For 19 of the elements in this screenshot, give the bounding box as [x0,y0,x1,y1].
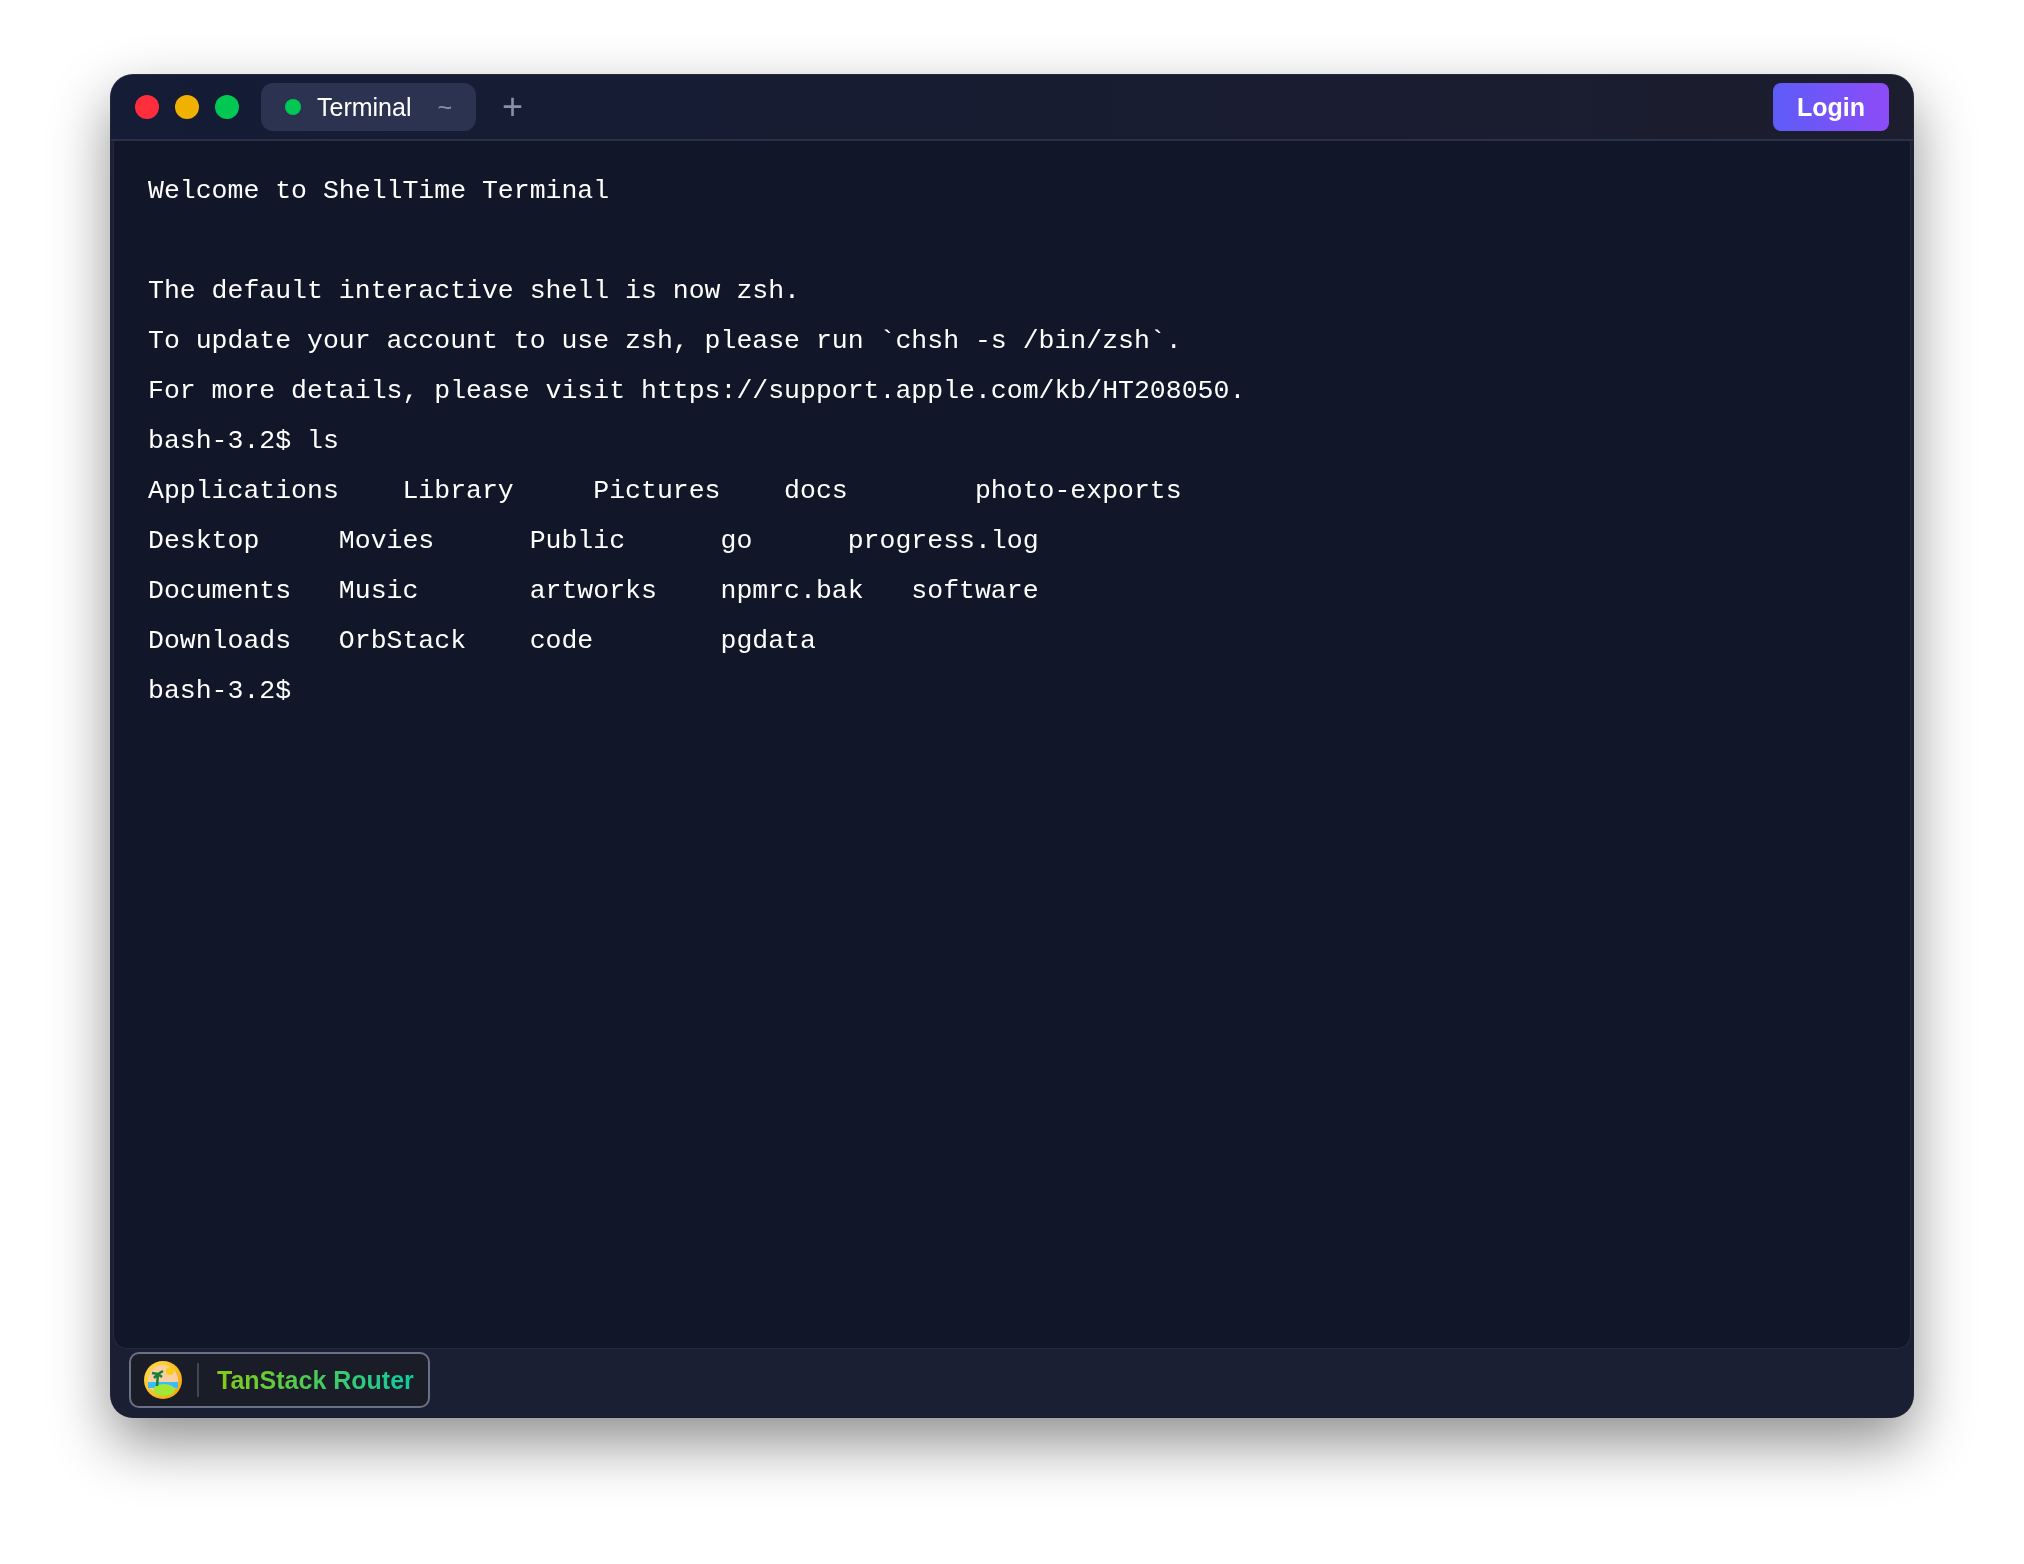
welcome-line: Welcome to ShellTime Terminal [148,175,610,208]
new-tab-button[interactable]: + [494,86,532,128]
terminal-line: Downloads OrbStack code pgdata [148,625,816,658]
maximize-icon[interactable] [215,95,239,119]
devtools-badge[interactable]: TanStack Router [129,1352,430,1408]
minimize-icon[interactable] [175,95,199,119]
terminal-line: bash-3.2$ [148,675,292,708]
terminal-line: To update your account to use zsh, please run `chsh -s /bin/zsh`. [148,325,1182,358]
terminal-line: For more details, please visit https://support.apple.com/kb/HT208050. [148,375,1246,408]
terminal-line: The default interactive shell is now zsh. [148,275,800,308]
island-logo-icon [143,1360,183,1400]
terminal-line: Applications Library Pictures docs photo-exports [148,475,1182,508]
login-button[interactable]: Login [1772,83,1889,131]
terminal-line: Documents Music artworks npmrc.bak software [148,575,1039,608]
terminal-tab[interactable]: Terminal ~ [261,83,477,131]
status-dot-icon [285,99,301,115]
terminal-line: Desktop Movies Public go progress.log [148,525,1039,558]
terminal-line: bash-3.2$ ls [148,425,339,458]
close-icon[interactable] [135,95,159,119]
